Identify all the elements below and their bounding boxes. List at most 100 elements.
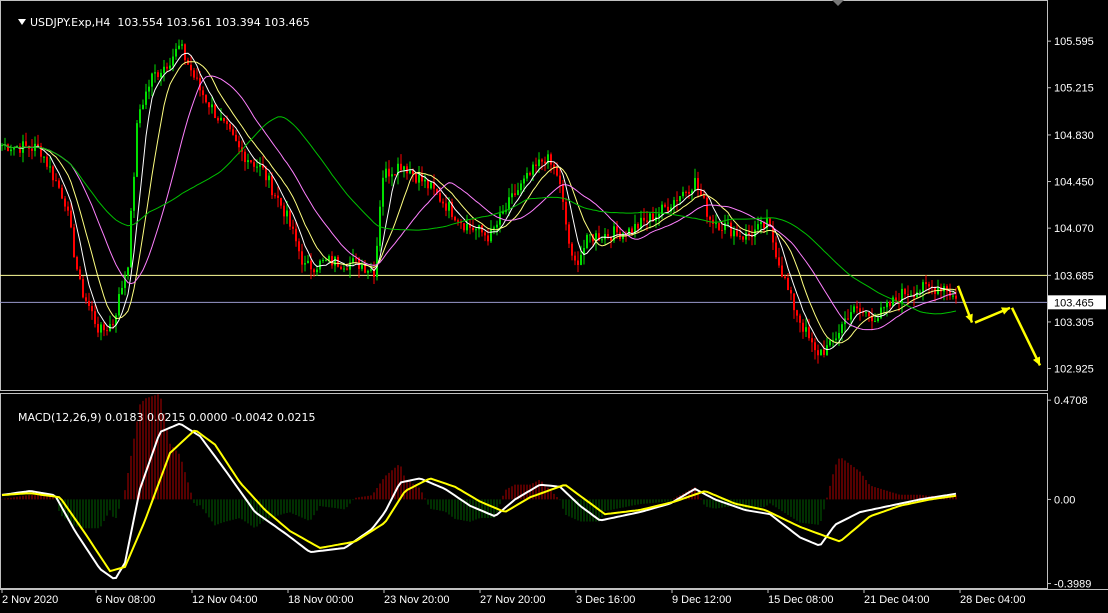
candle-body — [730, 222, 732, 237]
candle-body — [25, 141, 27, 146]
candle-body — [658, 214, 660, 217]
macd-header: MACD(12,26,9) 0.0183 0.0215 0.0000 -0.00… — [4, 398, 315, 437]
candle-body — [571, 243, 573, 256]
candle-body — [784, 276, 786, 279]
candle-body — [457, 220, 459, 222]
candle-body — [565, 201, 567, 225]
candle-body — [133, 176, 135, 211]
candle-body — [787, 278, 789, 291]
candle-body — [268, 175, 270, 181]
candle-body — [313, 269, 315, 273]
main-chart-header[interactable]: USDJPY.Exp,H4 103.554 103.561 103.394 10… — [4, 3, 310, 42]
candle-body — [424, 179, 426, 182]
candle-body — [85, 297, 87, 301]
candle-body — [145, 91, 147, 105]
candle-body — [301, 251, 303, 265]
candle-body — [778, 257, 780, 266]
candle-body — [799, 315, 801, 323]
candle-body — [178, 45, 180, 49]
candle-body — [727, 222, 729, 224]
candle-body — [829, 340, 831, 346]
candle-body — [757, 224, 759, 230]
ma-pink-line — [1, 75, 957, 331]
candle-body — [517, 190, 519, 196]
candle-body — [454, 216, 456, 221]
candle-body — [91, 305, 93, 312]
candle-body — [796, 310, 798, 316]
candle-body — [919, 291, 921, 293]
candle-body — [562, 183, 564, 202]
candle-body — [277, 195, 279, 198]
candle-body — [58, 180, 60, 188]
candle-body — [118, 294, 120, 316]
candle-body — [574, 255, 576, 261]
candle-body — [904, 288, 906, 295]
candle-body — [82, 279, 84, 298]
candle-body — [538, 159, 540, 167]
candle-body — [877, 318, 879, 322]
candle-body — [409, 170, 411, 174]
candle-body — [202, 90, 204, 96]
candle-body — [814, 342, 816, 351]
candle-body — [466, 223, 468, 231]
candle-body — [760, 221, 762, 225]
candle-body — [667, 206, 669, 212]
ohlc-label: 103.554 103.561 103.394 103.465 — [117, 16, 310, 29]
candle-body — [223, 117, 225, 122]
candle-body — [388, 168, 390, 177]
candle-body — [232, 129, 234, 135]
candle-body — [334, 256, 336, 266]
candle-body — [868, 312, 870, 317]
candle-body — [46, 156, 48, 167]
candle-body — [64, 198, 66, 207]
candle-body — [370, 269, 372, 271]
candle-body — [217, 117, 219, 121]
candle-body — [88, 300, 90, 306]
candle-body — [169, 65, 171, 69]
candle-body — [70, 210, 72, 228]
candle-body — [166, 66, 168, 69]
candle-body — [508, 197, 510, 210]
candle-body — [256, 166, 258, 168]
candle-body — [499, 213, 501, 225]
candle-body — [742, 236, 744, 240]
candle-body — [97, 323, 99, 333]
candle-body — [820, 349, 822, 356]
candle-body — [823, 349, 825, 355]
candle-body — [94, 311, 96, 324]
candle-body — [331, 256, 333, 266]
candle-body — [226, 121, 228, 125]
candle-body — [541, 159, 543, 162]
candle-body — [382, 177, 384, 207]
candle-body — [52, 166, 54, 181]
candle-body — [736, 230, 738, 236]
candle-body — [448, 202, 450, 211]
candle-body — [586, 234, 588, 249]
candle-body — [856, 306, 858, 309]
candle-body — [850, 312, 852, 320]
candle-body — [781, 265, 783, 277]
candle-body — [355, 258, 357, 260]
candle-body — [706, 197, 708, 217]
candle-body — [220, 117, 222, 121]
candle-body — [775, 242, 777, 258]
time-tick-label: 9 Dec 12:00 — [672, 594, 731, 606]
candle-body — [265, 167, 267, 181]
candle-body — [754, 229, 756, 237]
candle-body — [496, 224, 498, 228]
scroll-marker-icon — [832, 0, 844, 6]
candle-body — [160, 72, 162, 78]
candle-body — [580, 254, 582, 265]
time-tick-label: 6 Nov 08:00 — [96, 594, 155, 606]
price-tick-label: 104.450 — [1054, 177, 1094, 189]
candle-body — [163, 66, 165, 73]
candle-body — [949, 291, 951, 296]
candle-body — [19, 146, 21, 153]
candle-body — [298, 241, 300, 252]
candle-body — [418, 174, 420, 183]
price-tick-label: 103.685 — [1054, 270, 1094, 282]
candle-body — [139, 109, 141, 124]
candle-body — [907, 294, 909, 296]
candle-body — [703, 195, 705, 198]
collapse-triangle-icon[interactable] — [18, 19, 26, 25]
